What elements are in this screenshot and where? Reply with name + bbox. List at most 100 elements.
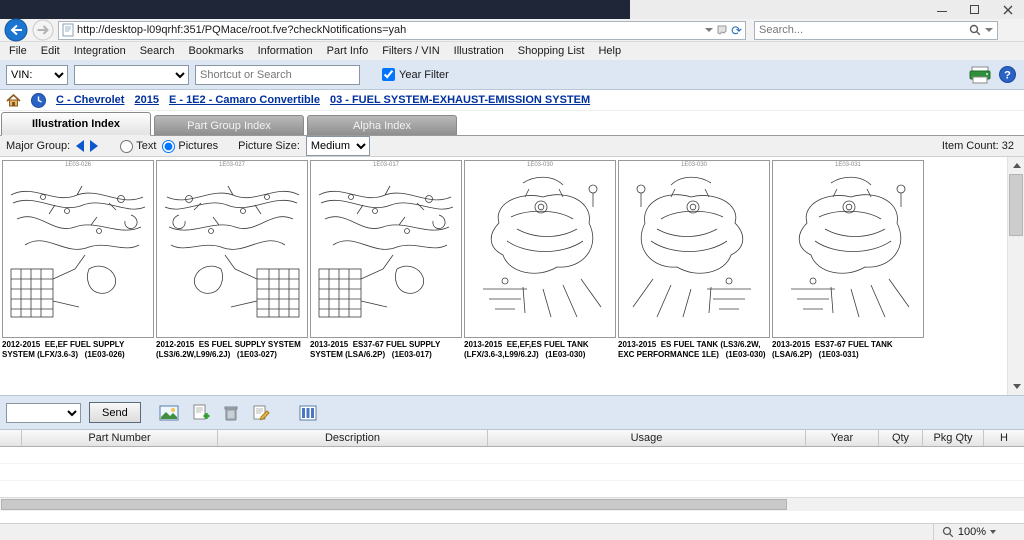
vertical-scrollbar-thumb[interactable] — [1009, 174, 1023, 236]
vin-value-select[interactable] — [74, 65, 189, 85]
search-dropdown-icon[interactable] — [985, 28, 993, 32]
minimize-button[interactable] — [925, 0, 958, 19]
thumbnail-item[interactable]: 1E03-027 2012-2015 ES FUEL SUPPLY SYSTEM… — [156, 160, 308, 361]
column-header-description[interactable]: Description — [218, 430, 488, 446]
thumbnail-item[interactable]: 1E03-030 2013-2015 EE,EF,ES FUEL TANK (L… — [464, 160, 616, 361]
maximize-icon — [970, 5, 979, 14]
column-settings-button[interactable] — [299, 405, 317, 421]
year-filter-toggle[interactable]: Year Filter — [382, 68, 449, 81]
text-mode-label: Text — [136, 140, 156, 152]
illustration-image[interactable]: 1E03-027 — [156, 160, 308, 338]
search-icon[interactable] — [969, 24, 981, 36]
url-dropdown-icon[interactable] — [705, 28, 713, 32]
breadcrumb-section[interactable]: 03 - FUEL SYSTEM-EXHAUST-EMISSION SYSTEM — [330, 94, 590, 106]
breadcrumb-year[interactable]: 2015 — [134, 94, 158, 106]
menu-item-edit[interactable]: Edit — [34, 42, 67, 60]
vertical-scrollbar[interactable] — [1007, 157, 1024, 395]
add-item-button[interactable] — [192, 404, 210, 422]
major-group-prev-button[interactable] — [76, 140, 84, 152]
help-button[interactable]: ? — [999, 66, 1016, 83]
vin-select[interactable]: VIN: — [6, 65, 68, 85]
pictures-mode-radio[interactable] — [162, 140, 175, 153]
column-header-select[interactable] — [0, 430, 22, 446]
send-button[interactable]: Send — [89, 402, 141, 423]
menu-item-filters-vin[interactable]: Filters / VIN — [375, 42, 446, 60]
column-header-part-number[interactable]: Part Number — [22, 430, 218, 446]
thumbnail-caption: 2012-2015 EE,EF FUEL SUPPLY SYSTEM (LFX/… — [2, 340, 154, 361]
scroll-down-button[interactable] — [1008, 378, 1024, 395]
illustration-image[interactable]: 1E03-030 — [464, 160, 616, 338]
tab-illustration-index[interactable]: Illustration Index — [1, 112, 151, 136]
shortcut-search-input[interactable] — [195, 65, 360, 85]
item-count: Item Count: 32 — [942, 140, 1014, 152]
column-header-pkg-qty[interactable]: Pkg Qty — [923, 430, 984, 446]
tab-part-group-index[interactable]: Part Group Index — [154, 115, 304, 135]
thumbnail-caption: 2013-2015 ES37-67 FUEL TANK (LSA/6.2P) (… — [772, 340, 924, 361]
export-image-icon — [159, 405, 179, 421]
parts-action-select[interactable] — [6, 403, 81, 423]
url-field[interactable]: ⟳ — [58, 21, 746, 40]
menu-item-information[interactable]: Information — [251, 42, 320, 60]
menu-item-file[interactable]: File — [2, 42, 34, 60]
browser-search-input[interactable] — [759, 24, 965, 36]
illustration-image[interactable]: 1E03-031 — [772, 160, 924, 338]
filter-bar: Major Group: Text Pictures Picture Size:… — [0, 136, 1024, 157]
compatibility-view-icon[interactable] — [716, 24, 728, 36]
text-mode-radio[interactable] — [120, 140, 133, 153]
menu-item-illustration[interactable]: Illustration — [447, 42, 511, 60]
tab-alpha-index[interactable]: Alpha Index — [307, 115, 457, 135]
column-header-usage[interactable]: Usage — [488, 430, 806, 446]
horizontal-scrollbar[interactable] — [0, 497, 1024, 511]
column-header-year[interactable]: Year — [806, 430, 879, 446]
thumbnail-caption: 2012-2015 ES FUEL SUPPLY SYSTEM (LS3/6.2… — [156, 340, 308, 361]
zoom-level: 100% — [958, 526, 986, 538]
refresh-icon[interactable]: ⟳ — [731, 24, 742, 37]
delete-button[interactable] — [223, 404, 239, 422]
thumbnail-item[interactable]: 1E03-026 2012-2015 EE,EF FUEL SUPPLY SYS… — [2, 160, 154, 361]
edit-note-button[interactable] — [252, 404, 270, 422]
menu-item-bookmarks[interactable]: Bookmarks — [182, 42, 251, 60]
close-icon — [1003, 5, 1013, 15]
pictures-mode-label: Pictures — [178, 140, 218, 152]
scroll-up-button[interactable] — [1008, 157, 1024, 174]
column-header-h[interactable]: H — [984, 430, 1024, 446]
zoom-dropdown-icon — [990, 530, 996, 534]
thumbnail-item[interactable]: 1E03-030 2013-2015 ES FUEL TANK (LS3/6.2… — [618, 160, 770, 361]
history-button[interactable] — [31, 93, 46, 108]
breadcrumb-make[interactable]: C - Chevrolet — [56, 94, 124, 106]
table-row[interactable] — [0, 481, 1024, 498]
text-mode-option[interactable]: Text — [120, 140, 156, 153]
horizontal-scrollbar-thumb[interactable] — [1, 499, 787, 510]
table-row[interactable] — [0, 447, 1024, 464]
picture-size-select[interactable]: Medium — [306, 136, 370, 156]
breadcrumb-model[interactable]: E - 1E2 - Camaro Convertible — [169, 94, 320, 106]
print-button[interactable] — [969, 66, 991, 84]
menu-item-shopping-list[interactable]: Shopping List — [511, 42, 592, 60]
illustration-image[interactable]: 1E03-017 — [310, 160, 462, 338]
url-input[interactable] — [77, 24, 702, 36]
table-row[interactable] — [0, 464, 1024, 481]
year-filter-checkbox[interactable] — [382, 68, 395, 81]
pictures-mode-option[interactable]: Pictures — [162, 140, 218, 153]
menu-item-search[interactable]: Search — [133, 42, 182, 60]
thumbnail-item[interactable]: 1E03-017 2013-2015 ES37-67 FUEL SUPPLY S… — [310, 160, 462, 361]
menu-item-integration[interactable]: Integration — [67, 42, 133, 60]
browser-search-box[interactable] — [754, 21, 998, 40]
illustration-image[interactable]: 1E03-030 — [618, 160, 770, 338]
maximize-button[interactable] — [958, 0, 991, 19]
zoom-control[interactable]: 100% — [933, 524, 996, 540]
column-header-qty[interactable]: Qty — [879, 430, 923, 446]
parts-toolbar: Send — [0, 395, 1024, 430]
illustration-image[interactable]: 1E03-026 — [2, 160, 154, 338]
browser-address-bar: ⟳ — [0, 19, 1024, 42]
export-image-button[interactable] — [159, 405, 179, 421]
forward-button[interactable] — [32, 19, 54, 41]
thumbnail-item[interactable]: 1E03-031 2013-2015 ES37-67 FUEL TANK (LS… — [772, 160, 924, 361]
major-group-next-button[interactable] — [90, 140, 98, 152]
menu-item-part-info[interactable]: Part Info — [320, 42, 376, 60]
home-button[interactable] — [6, 93, 21, 107]
back-button[interactable] — [4, 18, 28, 42]
svg-text:?: ? — [1004, 70, 1011, 82]
menu-item-help[interactable]: Help — [591, 42, 628, 60]
close-button[interactable] — [991, 0, 1024, 19]
